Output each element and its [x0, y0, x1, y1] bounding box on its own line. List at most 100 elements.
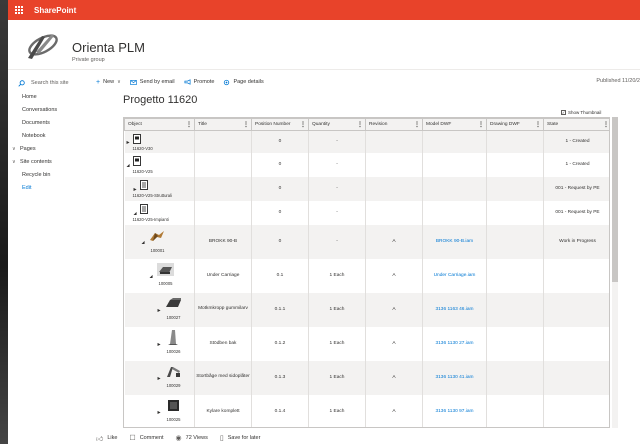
column-header-object[interactable]: Object ⋮ — [124, 118, 195, 131]
nav-item-recycle-bin[interactable]: Recycle bin — [8, 168, 90, 181]
quantity-cell: 1 Each — [308, 258, 366, 293]
model-dwf-link[interactable]: 3136 1130 97.iam — [422, 394, 487, 427]
object-cell[interactable]: ◢ 100001 — [124, 224, 195, 259]
quantity-cell: 1 Each — [308, 360, 366, 395]
object-cell[interactable]: ◢ 11620-V25 — [124, 152, 195, 177]
bom-grid: Object ⋮ Title ⋮ Position Number ⋮ Quantity… — [123, 117, 610, 428]
show-thumbnail-checkbox[interactable]: ✓ Show Thumbnail — [561, 110, 601, 115]
object-cell[interactable]: ▶ 11620-V30 — [124, 130, 195, 153]
position-cell: 0 — [251, 130, 309, 153]
model-dwf-link[interactable]: Under Carriage.iam — [422, 258, 487, 293]
expand-arrow-icon[interactable]: ▶ — [158, 341, 161, 346]
object-cell[interactable]: ◢ 11620-V25-Impianti — [124, 200, 195, 225]
nav-item-site-contents[interactable]: ∨ Site contents — [8, 155, 90, 168]
column-header-position-number[interactable]: Position Number ⋮ — [251, 118, 309, 131]
table-row[interactable]: ◢ 11620-V25-Impianti 0 - 001 - Request b… — [124, 200, 609, 225]
model-dwf-link[interactable]: 3136 1130 27.iam — [422, 326, 487, 361]
table-row[interactable]: ▶ 100025 Kylare komplett 0.1.4 1 Each A … — [124, 394, 609, 427]
chevron-down-icon[interactable]: ∨ — [12, 146, 20, 152]
drawing-dwf-cell — [486, 200, 544, 225]
table-row[interactable]: ▶ 100029 Stortbåge med sidoplåter 0.1.3 … — [124, 360, 609, 395]
revision-cell: A — [365, 292, 423, 327]
collapse-arrow-icon[interactable]: ◢ — [150, 273, 153, 278]
nav-item-home[interactable]: Home — [8, 90, 90, 103]
nav-edit-link[interactable]: Edit — [8, 181, 90, 194]
table-row[interactable]: ▶ 100027 Motkmkropp gummilarv 0.1.1 1 Ea… — [124, 292, 609, 327]
collapse-arrow-icon[interactable]: ◢ — [134, 210, 137, 215]
nav-item-notebook[interactable]: Notebook — [8, 129, 90, 142]
column-header-state[interactable]: State ⋮ — [543, 118, 609, 131]
model-dwf-link[interactable] — [422, 152, 487, 177]
table-row[interactable]: ▶ 11620-V25-Strutturali 0 - 001 - Reques… — [124, 176, 609, 201]
table-row[interactable]: ◢ 100005 Under Carriage 0.1 1 Each A Und… — [124, 258, 609, 293]
drawing-dwf-cell — [486, 360, 544, 395]
column-header-title[interactable]: Title ⋮ — [194, 118, 252, 131]
model-dwf-link[interactable]: BROKK 90-B.iam — [422, 224, 487, 259]
promote-button[interactable]: Promote — [184, 79, 214, 85]
expand-arrow-icon[interactable]: ▶ — [134, 186, 137, 191]
model-dwf-link[interactable] — [422, 130, 487, 153]
title-cell: Motkmkropp gummilarv — [194, 292, 252, 327]
table-row[interactable]: ▶ 100026 Stödben bak 0.1.2 1 Each A 3136… — [124, 326, 609, 361]
model-dwf-link[interactable] — [422, 176, 487, 201]
state-cell — [543, 360, 609, 395]
grid-scrollbar[interactable] — [612, 117, 618, 428]
column-header-quantity[interactable]: Quantity ⋮ — [308, 118, 366, 131]
collapse-arrow-icon[interactable]: ◢ — [127, 162, 130, 167]
part-thumbnail-icon — [165, 297, 181, 307]
table-row[interactable]: ◢ 11620-V25 0 - 1 - Created — [124, 152, 609, 177]
table-row[interactable]: ◢ 100001 BROKK 90-B 0 - A BROKK 90-B.iam… — [124, 224, 609, 259]
object-cell[interactable]: ▶ 100029 — [124, 360, 195, 395]
column-menu-icon[interactable]: ⋮ — [243, 121, 249, 128]
page-details-button[interactable]: Page details — [223, 79, 264, 86]
object-label: 100025 — [166, 416, 181, 422]
model-dwf-link[interactable]: 3136 1163 46.iam — [422, 292, 487, 327]
nav-label: Site contents — [20, 158, 52, 165]
column-menu-icon[interactable]: ⋮ — [603, 121, 609, 128]
object-cell[interactable]: ▶ 100027 — [124, 292, 195, 327]
comment-button[interactable]: ☐ Comment — [129, 434, 163, 442]
column-header-model-dwf[interactable]: Model DWF ⋮ — [422, 118, 487, 131]
column-header-drawing-dwf[interactable]: Drawing DWF ⋮ — [486, 118, 544, 131]
column-menu-icon[interactable]: ⋮ — [186, 121, 192, 128]
object-label: 11620-V25-Impianti — [132, 216, 169, 222]
column-menu-icon[interactable]: ⋮ — [357, 121, 363, 128]
table-row[interactable]: ▶ 11620-V30 0 - 1 - Created — [124, 130, 609, 153]
object-cell[interactable]: ▶ 11620-V25-Strutturali — [124, 176, 195, 201]
send-by-email-button[interactable]: Send by email — [130, 79, 175, 85]
model-dwf-link[interactable] — [422, 200, 487, 225]
expand-arrow-icon[interactable]: ▶ — [158, 409, 161, 414]
column-menu-icon[interactable]: ⋮ — [535, 121, 541, 128]
scrollbar-thumb[interactable] — [612, 117, 618, 282]
expand-arrow-icon[interactable]: ▶ — [127, 139, 130, 144]
state-cell — [543, 394, 609, 427]
column-menu-icon[interactable]: ⋮ — [414, 121, 420, 128]
nav-item-conversations[interactable]: Conversations — [8, 103, 90, 116]
expand-arrow-icon[interactable]: ▶ — [158, 375, 161, 380]
column-menu-icon[interactable]: ⋮ — [478, 121, 484, 128]
revision-cell — [365, 176, 423, 201]
suite-title[interactable]: SharePoint — [34, 6, 76, 15]
site-name[interactable]: Orienta PLM — [72, 40, 145, 55]
object-label: 100005 — [158, 280, 173, 286]
site-logo-icon[interactable] — [22, 28, 62, 62]
object-cell[interactable]: ▶ 100025 — [124, 394, 195, 427]
expand-arrow-icon[interactable]: ▶ — [158, 307, 161, 312]
position-cell: 0.1 — [251, 258, 309, 293]
new-button[interactable]: + New ∨ — [96, 79, 121, 86]
megaphone-icon — [184, 79, 191, 85]
like-button[interactable]: 👍︎ Like — [96, 434, 117, 443]
nav-item-documents[interactable]: Documents — [8, 116, 90, 129]
nav-item-pages[interactable]: ∨ Pages — [8, 142, 90, 155]
object-cell[interactable]: ◢ 100005 — [124, 258, 195, 293]
model-dwf-link[interactable]: 3136 1130 41.iam — [422, 360, 487, 395]
app-launcher-icon[interactable] — [8, 0, 30, 20]
column-menu-icon[interactable]: ⋮ — [300, 121, 306, 128]
collapse-arrow-icon[interactable]: ◢ — [142, 239, 145, 244]
part-thumbnail-icon — [167, 399, 179, 411]
site-search[interactable]: Search this site — [8, 76, 90, 90]
column-header-revision[interactable]: Revision ⋮ — [365, 118, 423, 131]
save-for-later-button[interactable]: ▯ Save for later — [220, 434, 261, 442]
chevron-down-icon[interactable]: ∨ — [12, 159, 20, 165]
object-cell[interactable]: ▶ 100026 — [124, 326, 195, 361]
